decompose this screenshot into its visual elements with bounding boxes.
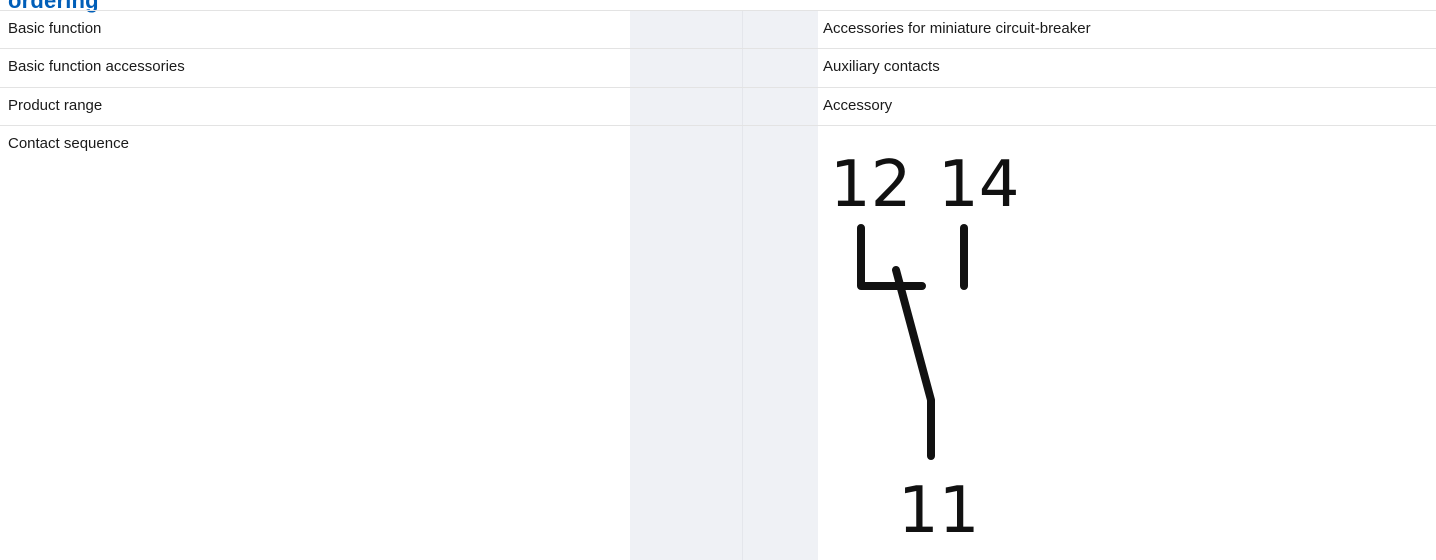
table-row-contact-sequence: Contact sequence <box>0 125 1436 560</box>
terminal-14-label: 14 <box>938 148 1019 222</box>
row-value: Accessory <box>823 97 893 114</box>
row-value: Auxiliary contacts <box>823 58 940 75</box>
table-row-basic-function-accessories: Basic function accessories Auxiliary con… <box>0 48 1436 87</box>
terminal-11-label: 11 <box>898 474 979 548</box>
contact-sequence-diagram: 12 14 11 <box>830 148 1019 548</box>
table-row-product-range: Product range Accessory <box>0 87 1436 126</box>
switch-blade <box>892 266 935 460</box>
row-label: Basic function accessories <box>8 58 185 75</box>
table-row-basic-function: Basic function Accessories for miniature… <box>0 10 1436 48</box>
row-label: Product range <box>8 97 103 114</box>
row-value: Accessories for miniature circuit-breake… <box>823 20 1091 37</box>
row-label: Basic function <box>8 20 102 37</box>
row-label: Contact sequence <box>8 135 129 152</box>
product-details-page: ordering Basic function Accessories for … <box>0 0 1436 560</box>
section-title: ordering <box>8 0 99 13</box>
nc-contact-bracket <box>857 224 926 290</box>
terminal-12-label: 12 <box>830 148 911 222</box>
